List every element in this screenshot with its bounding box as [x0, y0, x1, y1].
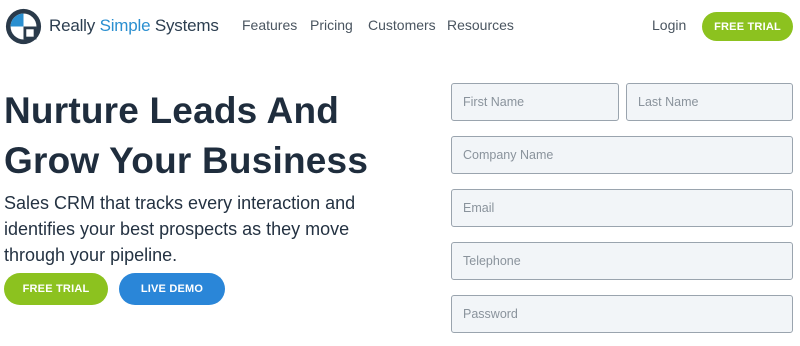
brand-name-part3: Systems	[150, 16, 219, 35]
brand-logo[interactable]: Really Simple Systems	[5, 7, 219, 45]
last-name-field[interactable]: Last Name	[626, 83, 793, 121]
logo-mark-icon	[5, 8, 42, 44]
nav-customers-link[interactable]: Customers	[368, 17, 436, 33]
live-demo-button[interactable]: LIVE DEMO	[119, 273, 225, 305]
brand-name: Really Simple Systems	[49, 16, 219, 36]
login-link[interactable]: Login	[652, 17, 686, 33]
company-name-field[interactable]: Company Name	[451, 136, 793, 174]
telephone-field[interactable]: Telephone	[451, 242, 793, 280]
hero-free-trial-button[interactable]: FREE TRIAL	[4, 273, 108, 305]
brand-name-part2: Simple	[99, 16, 151, 35]
email-field[interactable]: Email	[451, 189, 793, 227]
header-free-trial-button[interactable]: FREE TRIAL	[702, 12, 793, 41]
nav-features-link[interactable]: Features	[242, 17, 297, 33]
nav-pricing-link[interactable]: Pricing	[310, 17, 353, 33]
password-field[interactable]: Password	[451, 295, 793, 333]
nav-resources-link[interactable]: Resources	[447, 17, 514, 33]
brand-name-part1: Really	[49, 16, 100, 35]
hero-subtitle: Sales CRM that tracks every interaction …	[4, 193, 356, 265]
first-name-field[interactable]: First Name	[451, 83, 619, 121]
hero-title: Nurture Leads And Grow Your Business	[4, 90, 369, 181]
landing-page: Really Simple Systems Features Pricing C…	[0, 0, 800, 346]
